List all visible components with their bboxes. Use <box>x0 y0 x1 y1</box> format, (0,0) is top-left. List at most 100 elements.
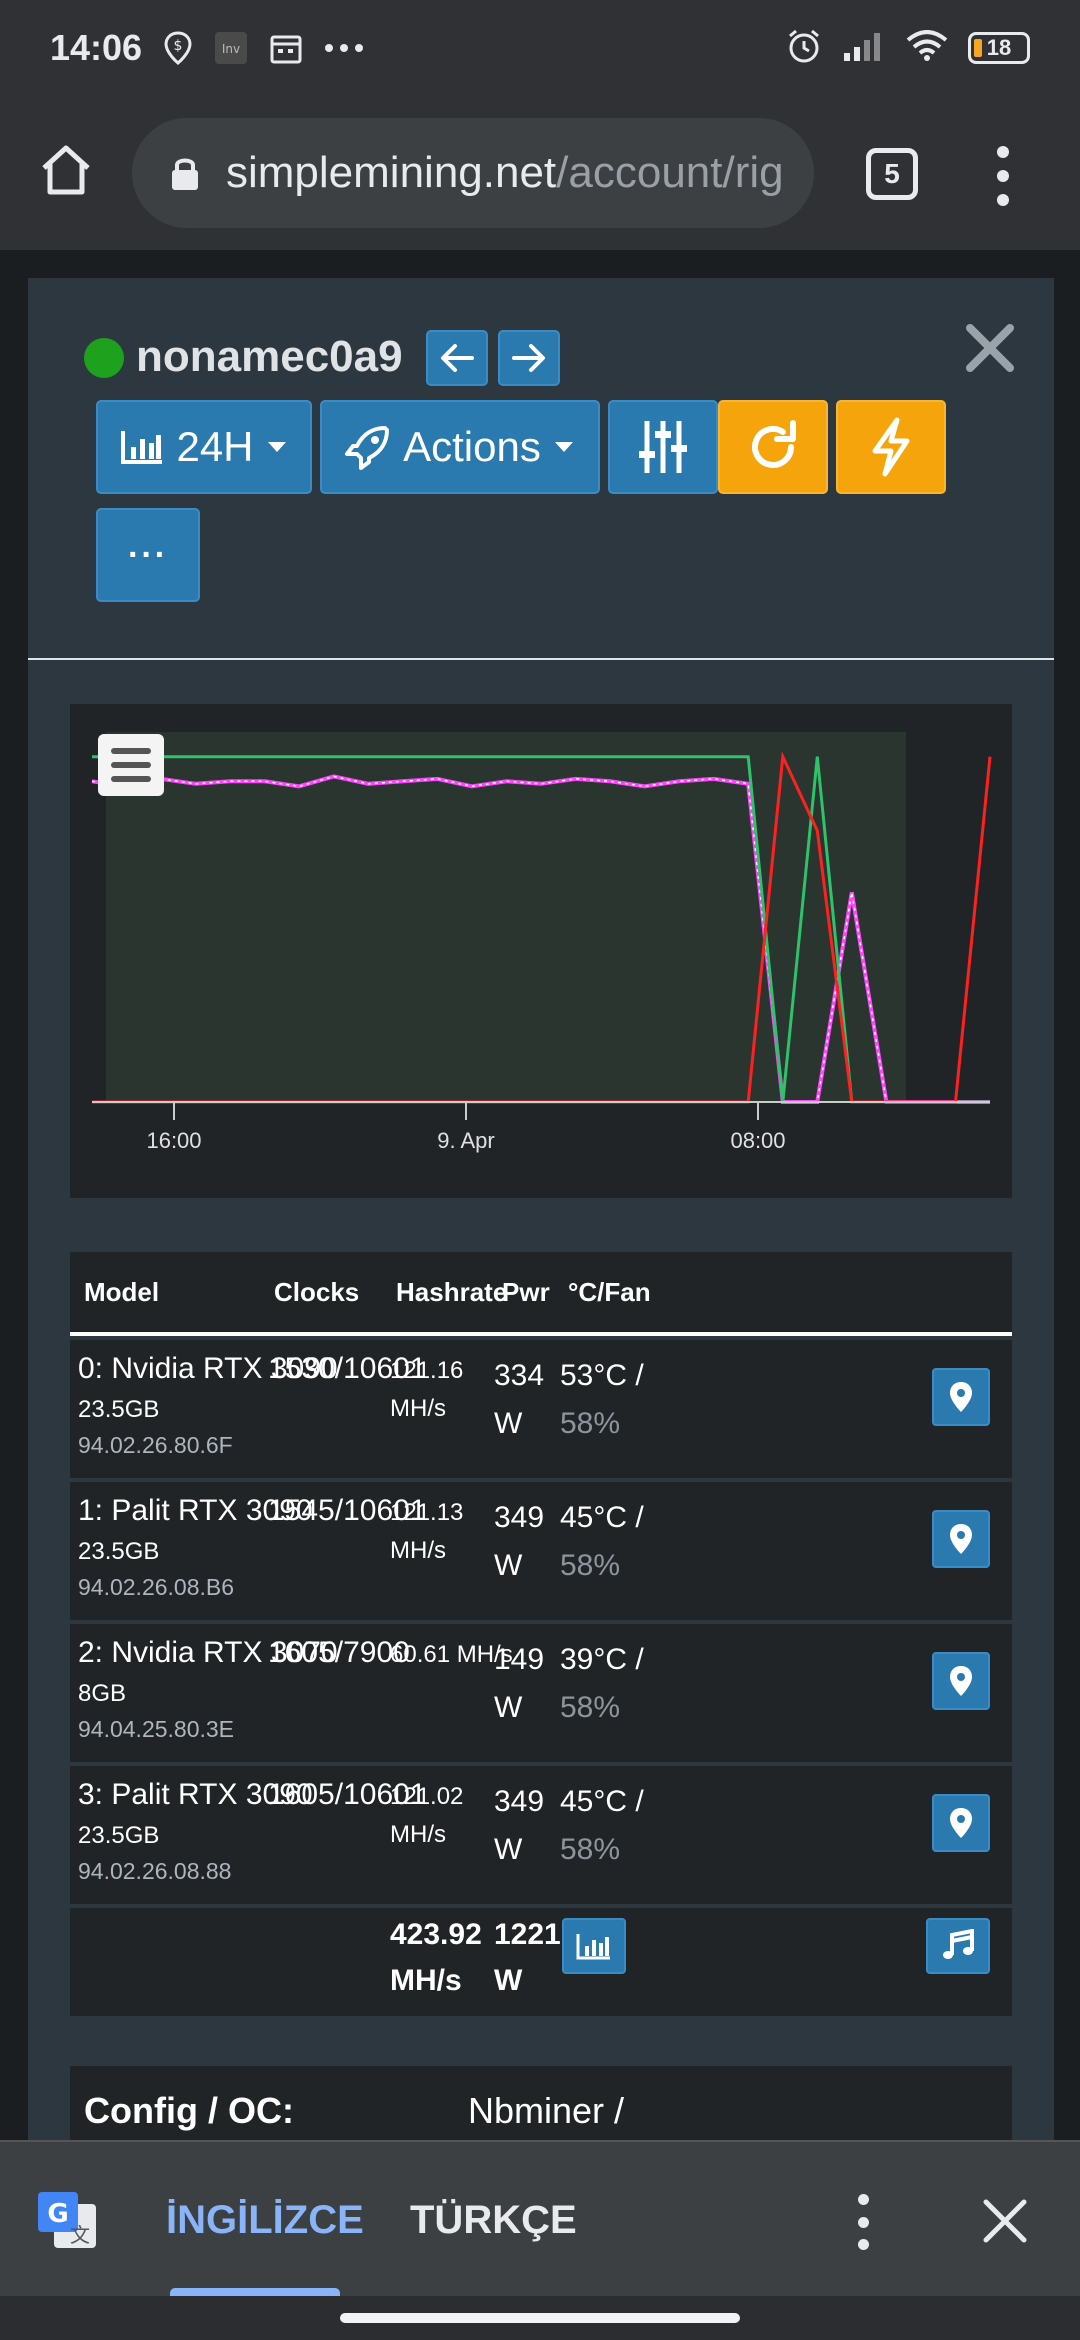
gpu-hashrate: 121.02 MH/s <box>390 1778 463 1854</box>
col-temp-fan: °C/Fan <box>568 1276 651 1307</box>
alarm-icon <box>786 28 822 69</box>
signal-icon <box>842 31 886 66</box>
location-dollar-icon: $ <box>164 31 192 65</box>
gpu-temp-fan: 39°C / 58% <box>560 1636 644 1732</box>
period-dropdown-button[interactable]: 24H <box>96 400 312 494</box>
temp-value: 45°C / <box>560 1501 644 1534</box>
fan-value: 58% <box>560 1549 621 1582</box>
translate-menu-icon[interactable] <box>852 2194 874 2250</box>
sound-alert-button[interactable] <box>926 1918 990 1974</box>
close-icon <box>966 324 1014 372</box>
locate-gpu-button[interactable] <box>932 1794 990 1852</box>
battery-indicator: 18 <box>968 32 1030 64</box>
chart-menu-button[interactable] <box>98 734 164 796</box>
restart-button[interactable] <box>718 400 828 494</box>
tuning-settings-button[interactable] <box>608 400 718 494</box>
power-unit: W <box>494 1407 523 1440</box>
url-text: simplemining.net/account/rig <box>226 148 784 198</box>
power-value: 349 <box>494 1785 545 1818</box>
table-row: 0: Nvidia RTX 3090 23.5GB 94.02.26.80.6F… <box>70 1340 1012 1478</box>
col-model: Model <box>84 1276 160 1307</box>
total-power-unit: W <box>494 1964 523 1997</box>
map-marker-icon <box>950 1666 972 1696</box>
close-modal-button[interactable] <box>962 320 1018 376</box>
more-options-button[interactable]: ··· <box>96 508 200 602</box>
gpu-bios: 94.02.26.80.6F <box>78 1432 233 1458</box>
source-language-tab[interactable]: İNGİLİZCE <box>166 2198 364 2243</box>
home-icon[interactable] <box>36 140 96 200</box>
config-label: Config / OC: <box>84 2090 294 2131</box>
locate-gpu-button[interactable] <box>932 1652 990 1710</box>
actions-dropdown-button[interactable]: Actions <box>320 400 600 494</box>
url-domain: simplemining.net <box>226 148 557 197</box>
svg-text:Inv: Inv <box>222 42 240 56</box>
col-power: Pwr <box>502 1276 550 1307</box>
total-row: 423.92 MH/s 1221 W <box>70 1908 1012 2016</box>
col-hashrate: Hashrate <box>396 1276 508 1307</box>
lock-icon <box>170 155 200 191</box>
svg-text:G: G <box>47 2199 68 2229</box>
x-tick-label: 08:00 <box>730 1128 785 1153</box>
prev-rig-button[interactable] <box>426 330 488 386</box>
chart-svg: 16:00 9. Apr 08:00 <box>91 732 992 1153</box>
gpu-power: 349 W <box>494 1494 544 1590</box>
browser-toolbar: simplemining.net/account/rig 5 <box>0 96 1080 250</box>
power-unit: W <box>494 1549 523 1582</box>
total-power: 1221 W <box>494 1912 561 2004</box>
gpu-temp-fan: 45°C / 58% <box>560 1494 644 1590</box>
x-tick-label: 16:00 <box>146 1128 201 1153</box>
temp-value: 39°C / <box>560 1643 644 1676</box>
hashrate-chart: 16:00 9. Apr 08:00 <box>70 704 1012 1198</box>
locate-gpu-button[interactable] <box>932 1510 990 1568</box>
gpu-hashrate: 121.16 MH/s <box>390 1352 463 1428</box>
close-icon <box>983 2199 1027 2243</box>
power-action-button[interactable] <box>836 400 946 494</box>
browser-menu-icon[interactable] <box>990 146 1016 206</box>
gpu-bios: 94.02.26.08.B6 <box>78 1574 235 1600</box>
sliders-icon <box>639 421 687 473</box>
translate-close-button[interactable] <box>980 2196 1030 2246</box>
rocket-icon <box>345 426 390 470</box>
gpu-power: 334 W <box>494 1352 544 1448</box>
period-label: 24H <box>176 423 254 470</box>
refresh-icon <box>752 420 796 468</box>
power-value: 349 <box>494 1501 545 1534</box>
hash-value: 121.13 <box>390 1499 464 1526</box>
tab-switcher-button[interactable]: 5 <box>866 148 918 200</box>
hash-value: 121.16 <box>390 1357 464 1384</box>
gpu-bios: 94.04.25.80.3E <box>78 1716 235 1742</box>
caret-down-icon <box>267 442 286 452</box>
lightning-bolt-icon <box>872 417 910 477</box>
gpu-temp-fan: 45°C / 58% <box>560 1778 644 1874</box>
clock: 14:06 <box>50 27 143 68</box>
col-clocks: Clocks <box>274 1276 360 1307</box>
table-row: 2: Nvidia RTX 3070 8GB 94.04.25.80.3E 16… <box>70 1624 1012 1762</box>
chart-bar-icon <box>576 1934 610 1960</box>
target-language-tab[interactable]: TÜRKÇE <box>410 2198 577 2243</box>
fan-value: 58% <box>560 1833 621 1866</box>
map-marker-icon <box>950 1524 972 1554</box>
next-rig-button[interactable] <box>498 330 560 386</box>
table-header: Model Clocks Hashrate Pwr °C/Fan <box>70 1252 1012 1336</box>
actions-label: Actions <box>403 423 541 470</box>
stats-chart-button[interactable] <box>562 1918 626 1974</box>
hash-unit: MH/s <box>390 1821 446 1848</box>
arrow-left-icon <box>441 344 474 372</box>
hash-value: 121.02 <box>390 1783 464 1810</box>
rig-name: nonamec0a9 <box>136 332 403 381</box>
map-marker-icon <box>950 1808 972 1838</box>
locate-gpu-button[interactable] <box>932 1368 990 1426</box>
total-hashrate: 423.92 MH/s <box>390 1912 482 2004</box>
address-bar[interactable]: simplemining.net/account/rig <box>132 118 814 228</box>
gpu-clocks: 1605/7900 <box>268 1636 410 1669</box>
config-row: Config / OC: Nbminer / <box>70 2066 1012 2140</box>
gpu-table: Model Clocks Hashrate Pwr °C/Fan 0: Nvid… <box>70 1252 1012 2016</box>
hash-unit: MH/s <box>390 1537 446 1564</box>
gpu-memory: 8GB <box>78 1680 127 1707</box>
gesture-handle[interactable] <box>340 2313 740 2323</box>
more-label: ··· <box>128 535 168 574</box>
rig-modal: nonamec0a9 24H Actions ··· 16:00 9. Apr … <box>28 278 1054 2140</box>
gpu-memory: 23.5GB <box>78 1396 160 1423</box>
app-inv-icon: Inv <box>214 31 248 65</box>
modal-header: nonamec0a9 24H Actions ··· <box>28 278 1054 660</box>
